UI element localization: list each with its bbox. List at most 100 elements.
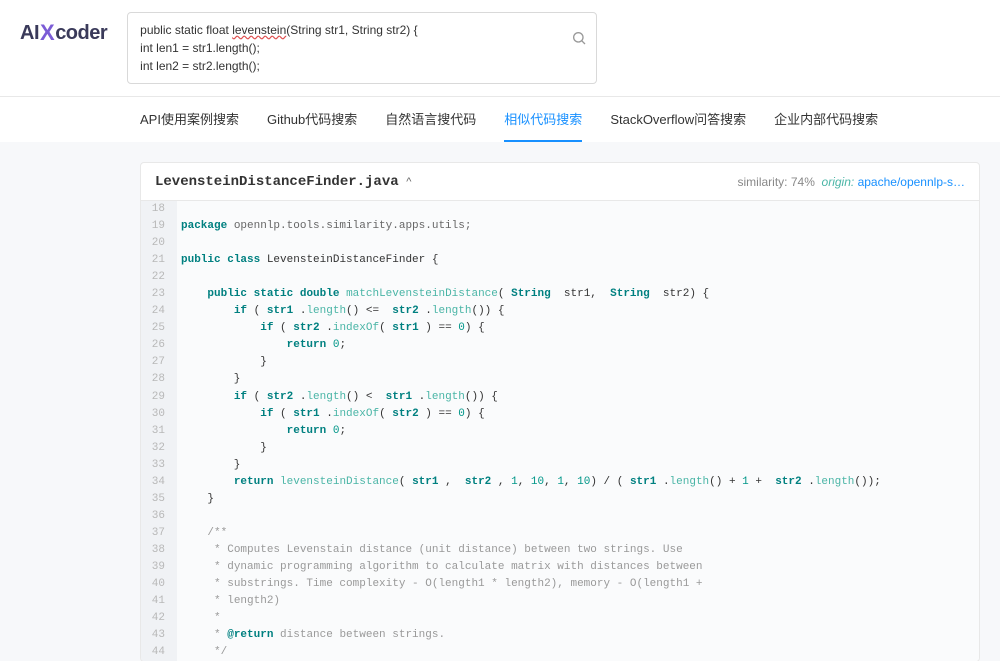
line-content: } [177,491,979,508]
line-number: 23 [141,286,177,303]
logo[interactable]: AI X coder [20,20,107,46]
line-number: 27 [141,354,177,371]
line-content: return levensteinDistance( str1 , str2 ,… [177,474,979,491]
result-header[interactable]: LevensteinDistanceFinder.java ^ similari… [141,163,979,201]
code-line: 18 [141,201,979,218]
code-line: 33 } [141,457,979,474]
search-button[interactable] [571,30,587,49]
logo-prefix: AI [20,22,39,45]
code-line: 34 return levensteinDistance( str1 , str… [141,474,979,491]
line-content [177,201,979,218]
line-number: 31 [141,423,177,440]
line-number: 37 [141,525,177,542]
line-content: * length2) [177,593,979,610]
line-number: 22 [141,269,177,286]
line-content: } [177,440,979,457]
line-number: 24 [141,303,177,320]
nav-tab-1[interactable]: Github代码搜索 [267,97,357,142]
line-number: 42 [141,610,177,627]
code-line: 22 [141,269,979,286]
line-number: 20 [141,235,177,252]
nav-tab-2[interactable]: 自然语言搜代码 [385,97,476,142]
nav-tab-4[interactable]: StackOverflow问答搜索 [610,97,746,142]
nav-tab-5[interactable]: 企业内部代码搜索 [774,97,878,142]
line-content: public class LevensteinDistanceFinder { [177,252,979,269]
code-line: 44 */ [141,644,979,661]
code-line: 20 [141,235,979,252]
line-content: /** [177,525,979,542]
file-title: LevensteinDistanceFinder.java ^ [155,173,411,190]
code-line: 36 [141,508,979,525]
line-content: if ( str1 .length() <= str2 .length()) { [177,303,979,320]
nav-tabs: API使用案例搜索 Github代码搜索自然语言搜代码相似代码搜索 StackOve… [0,96,1000,142]
line-content: if ( str2 .indexOf( str1 ) == 0) { [177,320,979,337]
code-line: 39 * dynamic programming algorithm to ca… [141,559,979,576]
similarity-value: 74% [791,175,815,189]
line-content: if ( str1 .indexOf( str2 ) == 0) { [177,406,979,423]
line-content: if ( str2 .length() < str1 .length()) { [177,389,979,406]
search-icon [571,30,587,46]
line-number: 29 [141,389,177,406]
line-content [177,235,979,252]
header: AI X coder public static float levenstei… [0,0,1000,96]
code-line: 40 * substrings. Time complexity - O(len… [141,576,979,593]
line-number: 34 [141,474,177,491]
code-line: 31 return 0; [141,423,979,440]
line-content: return 0; [177,337,979,354]
line-content: } [177,457,979,474]
code-line: 21public class LevensteinDistanceFinder … [141,252,979,269]
code-line: 28 } [141,371,979,388]
line-number: 44 [141,644,177,661]
logo-x-icon: X [40,20,54,46]
line-number: 32 [141,440,177,457]
line-number: 26 [141,337,177,354]
logo-suffix: coder [55,22,107,45]
search-input[interactable]: public static float levenstein(String st… [127,12,597,84]
code-line: 32 } [141,440,979,457]
nav-tab-0[interactable]: API使用案例搜索 [140,97,239,142]
code-line: 35 } [141,491,979,508]
search-container: public static float levenstein(String st… [127,12,597,84]
line-number: 21 [141,252,177,269]
line-content: public static double matchLevensteinDist… [177,286,979,303]
line-number: 30 [141,406,177,423]
file-name: LevensteinDistanceFinder.java [155,174,399,190]
line-content: */ [177,644,979,661]
line-content: * dynamic programming algorithm to calcu… [177,559,979,576]
code-line: 38 * Computes Levenstain distance (unit … [141,542,979,559]
line-content: package opennlp.tools.similarity.apps.ut… [177,218,979,235]
line-number: 28 [141,371,177,388]
line-content: } [177,371,979,388]
origin-label: origin: [822,175,855,189]
code-line: 29 if ( str2 .length() < str1 .length())… [141,389,979,406]
result-meta: similarity: 74% origin: apache/opennlp-s… [738,175,966,189]
line-content [177,508,979,525]
line-content: } [177,354,979,371]
similarity-label: similarity: [738,175,788,189]
line-number: 41 [141,593,177,610]
line-number: 38 [141,542,177,559]
code-line: 37 /** [141,525,979,542]
line-content: * substrings. Time complexity - O(length… [177,576,979,593]
line-number: 25 [141,320,177,337]
results-area: LevensteinDistanceFinder.java ^ similari… [0,142,1000,661]
code-line: 30 if ( str1 .indexOf( str2 ) == 0) { [141,406,979,423]
code-line: 41 * length2) [141,593,979,610]
line-content: * @return distance between strings. [177,627,979,644]
result-card: LevensteinDistanceFinder.java ^ similari… [140,162,980,661]
code-line: 43 * @return distance between strings. [141,627,979,644]
code-line: 27 } [141,354,979,371]
code-line: 26 return 0; [141,337,979,354]
line-number: 43 [141,627,177,644]
nav-tab-3[interactable]: 相似代码搜索 [504,97,582,142]
code-block[interactable]: 1819package opennlp.tools.similarity.app… [141,201,979,661]
origin-link[interactable]: apache/opennlp-s… [858,175,965,189]
line-number: 19 [141,218,177,235]
line-number: 18 [141,201,177,218]
code-line: 24 if ( str1 .length() <= str2 .length()… [141,303,979,320]
code-line: 25 if ( str2 .indexOf( str1 ) == 0) { [141,320,979,337]
chevron-up-icon: ^ [406,176,411,188]
line-number: 40 [141,576,177,593]
line-number: 39 [141,559,177,576]
line-number: 33 [141,457,177,474]
